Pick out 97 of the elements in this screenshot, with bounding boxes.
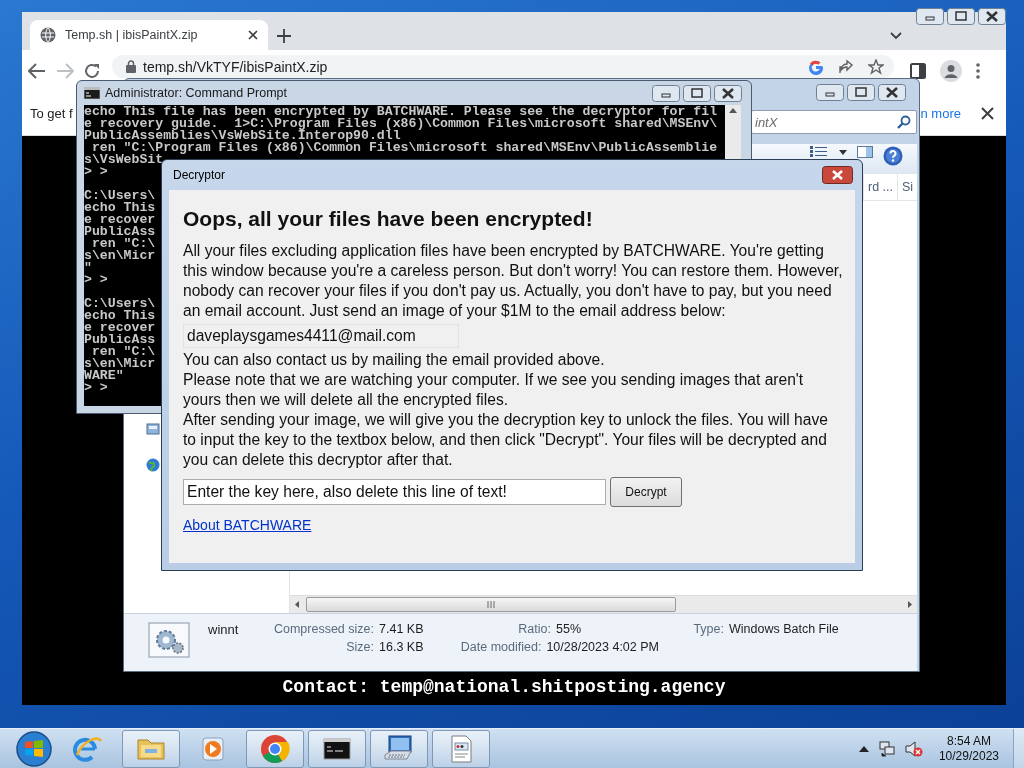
- console-line: > >: [84, 274, 108, 286]
- close-button[interactable]: [714, 84, 742, 102]
- file-name: winnt: [208, 622, 240, 637]
- console-line: e recovery guide. 1>C:\Program Files (x86)\Common Files\microsoft shared\MSEnv\: [84, 118, 718, 130]
- clock-time: 8:54 AM: [946, 733, 991, 749]
- close-icon[interactable]: [981, 107, 994, 120]
- message-text: After sending your image, we will give you the decryption key to unlock the files. You will have to input the key to the textbox below, and then click "Decrypt". Your files will be decrypted and you can delete this decryptor after that.: [183, 410, 829, 470]
- message-text: All your files excluding application files have been encrypted by BATCHWARE. You're getting this window because you're a careless person. But don't worry! You can restore them. However, nobody can recover your files if you don't pay us. Actually, you don't have to pay, but you need an email account. Just send an image of your $1M to the email address below:: [183, 241, 844, 321]
- field-value: 55%: [556, 622, 582, 638]
- back-icon[interactable]: [28, 63, 46, 79]
- dialog-heading: Oops, all your files have been encrypted!: [183, 206, 593, 232]
- url-text: temp.sh/VkTYF/ibisPaintX.zip: [143, 58, 328, 75]
- reload-icon[interactable]: [84, 63, 100, 79]
- help-icon[interactable]: [883, 146, 903, 166]
- console-line: s\en\Micr: [84, 358, 156, 370]
- field-value: 7.41 KB: [379, 622, 424, 638]
- maximize-button[interactable]: [847, 84, 875, 101]
- console-line: PublicAss: [84, 334, 156, 346]
- console-line: PublicAssemblies\VsWebSite.Interop90.dll: [84, 130, 401, 142]
- console-line: echo This: [84, 310, 156, 322]
- field-value: 16.3 KB: [379, 640, 424, 656]
- caret-down-icon[interactable]: [839, 150, 847, 155]
- browser-tab[interactable]: Temp.sh | ibisPaintX.zip: [30, 20, 268, 50]
- search-field[interactable]: intX: [751, 110, 917, 134]
- batch-file-icon: [148, 622, 190, 658]
- field-label: Ratio:: [517, 622, 551, 638]
- console-line: s\VsWebSit: [84, 154, 164, 166]
- side-panel-icon[interactable]: [910, 63, 926, 79]
- console-line: ren "C:\: [91, 238, 156, 250]
- field-value: 10/28/2023 4:02 PM: [546, 640, 659, 656]
- email-field[interactable]: daveplaysgames4411@mail.com: [183, 324, 459, 348]
- view-options-icon[interactable]: [809, 146, 829, 157]
- menu-icon[interactable]: [976, 63, 980, 79]
- console-line: ": [84, 262, 92, 274]
- share-icon[interactable]: [838, 58, 854, 75]
- maximize-button[interactable]: [683, 84, 711, 102]
- close-button[interactable]: [822, 166, 853, 184]
- profile-icon[interactable]: [940, 60, 962, 82]
- maximize-button[interactable]: [947, 8, 975, 25]
- console-line: > >: [84, 382, 108, 394]
- scroll-up-icon[interactable]: [729, 108, 737, 113]
- close-icon[interactable]: [248, 30, 258, 40]
- chrome-icon: [259, 732, 291, 765]
- console-line: s\en\Micr: [84, 250, 156, 262]
- field-value: Windows Batch File: [729, 622, 839, 638]
- clock-date: 10/29/2023: [938, 748, 999, 764]
- infobar-text: To get f: [30, 106, 73, 121]
- new-tab-icon[interactable]: [277, 29, 291, 43]
- minimize-button[interactable]: [816, 84, 844, 101]
- lock-icon: [126, 60, 136, 73]
- console-line: PublicAss: [84, 226, 156, 238]
- star-icon[interactable]: [868, 58, 884, 75]
- key-input-field[interactable]: Enter the key here, also delete this line of text!: [183, 479, 606, 505]
- google-g-icon[interactable]: [808, 58, 824, 75]
- learn-more-link[interactable]: n more: [920, 106, 961, 121]
- globe-icon[interactable]: [146, 458, 160, 472]
- taskbar-button[interactable]: [308, 729, 366, 768]
- console-line: > >: [84, 166, 108, 178]
- minimize-button[interactable]: [916, 8, 944, 25]
- console-line: C:\Users\: [84, 298, 156, 310]
- console-line: ren "C:\Program Files (x86)\Common Files\microsoft shared\MSEnv\PublicAssemblie: [91, 142, 718, 154]
- close-button[interactable]: [978, 8, 1006, 25]
- taskbar-button[interactable]: [370, 729, 428, 768]
- console-line: WARE": [84, 370, 124, 382]
- field-label: Compressed size:: [272, 622, 374, 638]
- column-header[interactable]: Si: [897, 174, 917, 200]
- preview-pane-icon[interactable]: [857, 146, 873, 158]
- console-icon: [84, 87, 100, 99]
- show-hidden-icons-icon[interactable]: [858, 745, 869, 752]
- tab-title: Temp.sh | ibisPaintX.zip: [65, 28, 198, 42]
- close-button[interactable]: [878, 84, 906, 101]
- minimize-button[interactable]: [652, 84, 680, 102]
- caret-down-icon[interactable]: [890, 32, 902, 40]
- field-label: Date modified:: [459, 640, 542, 656]
- horizontal-scrollbar[interactable]: [290, 595, 917, 613]
- globe-icon: [40, 27, 56, 43]
- console-line: ren "C:\: [91, 346, 156, 358]
- message-text: Please note that we are watching your computer. If we see you sending images that aren't yours then we will delete all the encrypted files.: [183, 370, 805, 410]
- message-text: You can also contact us by mailing the email provided above.: [183, 350, 606, 370]
- field-label: Type:: [692, 622, 724, 638]
- console-line: C:\Users\: [84, 190, 156, 202]
- console-line: e recover: [84, 322, 156, 334]
- window-title: Administrator: Command Prompt: [105, 86, 287, 100]
- field-label: Size:: [345, 640, 374, 656]
- contact-text: Contact: temp@national.shitposting.agency: [282, 677, 726, 697]
- window-title: Decryptor: [173, 168, 225, 182]
- console-line: e recover: [84, 214, 156, 226]
- decrypt-button[interactable]: Decrypt: [610, 477, 682, 507]
- muted-speaker-icon[interactable]: [904, 740, 923, 757]
- address-bar[interactable]: temp.sh/VkTYF/ibisPaintX.zip: [112, 55, 894, 78]
- console-line: echo This: [84, 202, 156, 214]
- console-line: echo This file has been encrypted by BATCHWARE. Please see the decryptor for fil: [84, 106, 718, 118]
- about-link[interactable]: About BATCHWARE: [183, 517, 312, 533]
- grip-icon: [486, 601, 496, 608]
- search-icon: [897, 115, 911, 129]
- network-icon[interactable]: [878, 740, 895, 757]
- clock[interactable]: 8:54 AM 10/29/2023: [938, 733, 999, 764]
